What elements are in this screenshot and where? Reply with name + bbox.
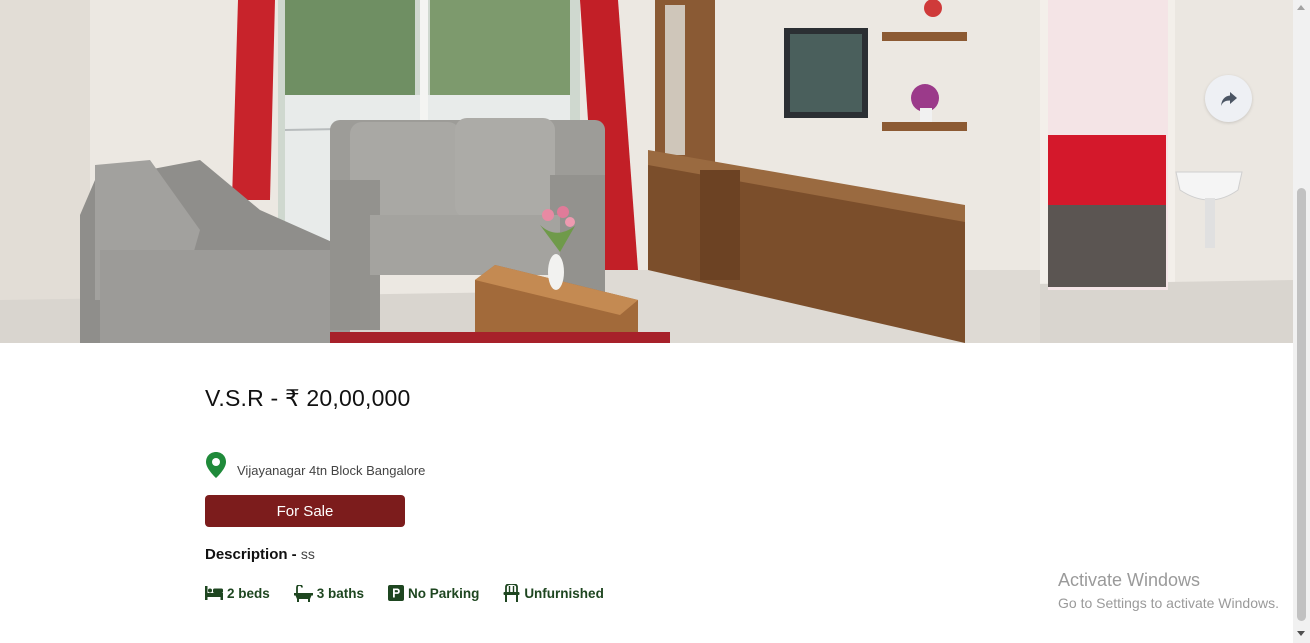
- feature-parking: No Parking: [388, 585, 479, 601]
- chair-icon: [503, 584, 520, 602]
- description: Description - ss: [205, 546, 315, 563]
- feature-label: 2 beds: [227, 585, 270, 601]
- feature-baths: 3 baths: [293, 584, 365, 602]
- feature-label: Unfurnished: [524, 585, 604, 601]
- property-photo: [0, 0, 1293, 343]
- description-value: ss: [300, 546, 315, 562]
- feature-beds: 2 beds: [205, 586, 270, 601]
- watermark-title: Activate Windows: [1058, 570, 1201, 590]
- listing-title: V.S.R - ₹ 20,00,000: [205, 385, 411, 411]
- bed-icon: [205, 586, 223, 600]
- feature-label: 3 baths: [316, 585, 365, 601]
- share-button[interactable]: [1205, 75, 1252, 122]
- feature-furnishing: Unfurnished: [503, 584, 604, 602]
- windows-activation-watermark: Activate Windows Go to Settings to activ…: [1058, 570, 1279, 611]
- parking-icon: [388, 585, 405, 601]
- page-scrollbar[interactable]: [1293, 0, 1310, 643]
- description-separator: -: [287, 546, 301, 563]
- feature-label: No Parking: [408, 585, 480, 601]
- feature-list: 2 beds 3 baths No Parking Unfurnished: [205, 584, 604, 602]
- status-badge: For Sale: [205, 495, 405, 527]
- listing-location: Vijayanagar 4tn Block Bangalore: [205, 451, 425, 478]
- location-pin-icon: [206, 451, 226, 478]
- share-icon: [1220, 91, 1237, 106]
- watermark-subtitle: Go to Settings to activate Windows.: [1058, 595, 1279, 611]
- scroll-up-arrow[interactable]: [1297, 5, 1305, 10]
- property-detail-page: V.S.R - ₹ 20,00,000 Vijayanagar 4tn Bloc…: [0, 0, 1310, 643]
- description-label: Description: [205, 546, 288, 563]
- bath-icon: [293, 584, 313, 602]
- location-text: Vijayanagar 4tn Block Bangalore: [237, 463, 426, 478]
- scroll-down-arrow[interactable]: [1297, 631, 1305, 636]
- scroll-thumb[interactable]: [1297, 188, 1306, 621]
